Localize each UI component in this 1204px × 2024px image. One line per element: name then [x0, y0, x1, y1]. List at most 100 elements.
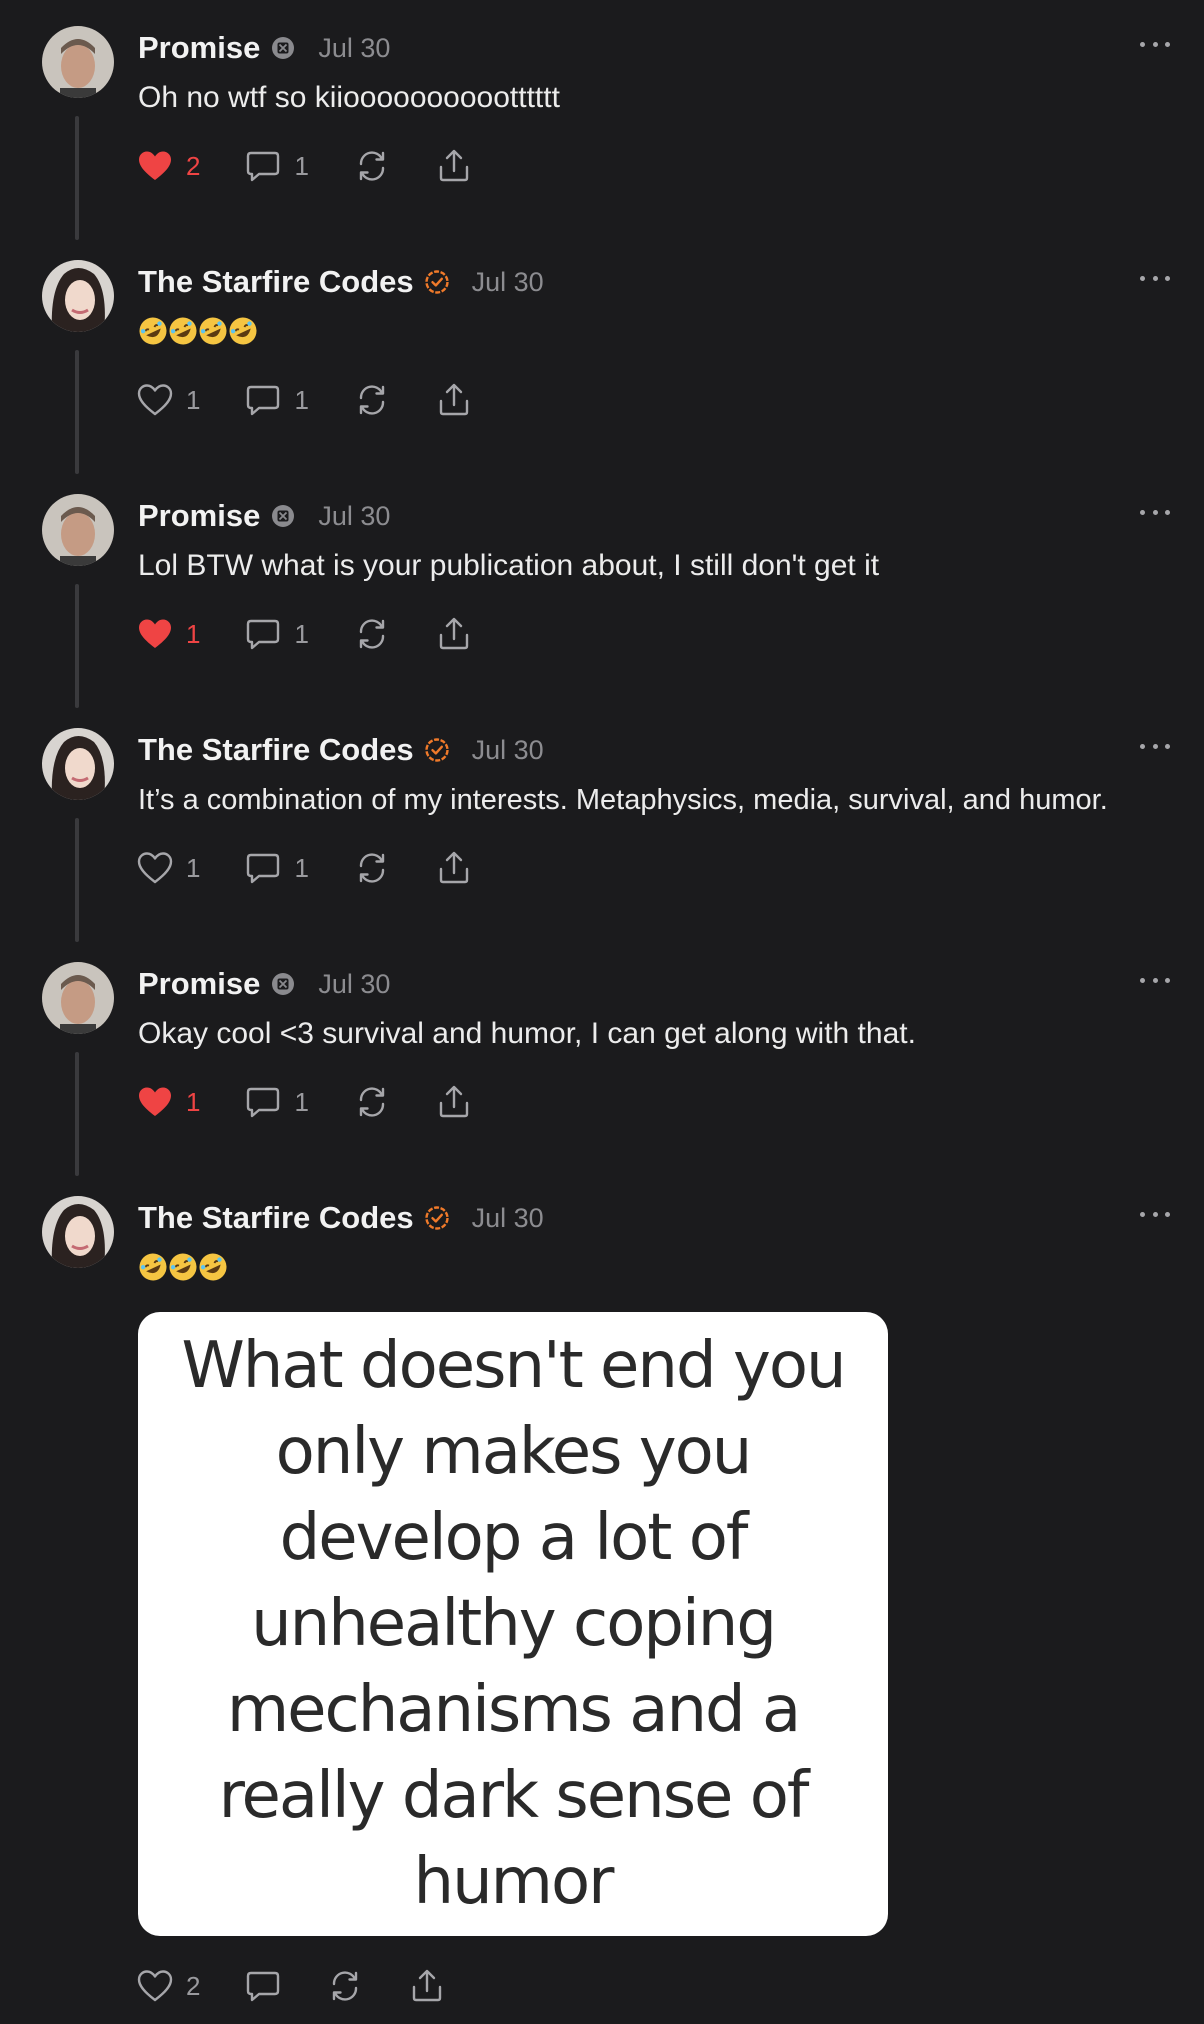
more-options-icon[interactable]	[1140, 736, 1170, 756]
share-button[interactable]	[435, 1083, 473, 1121]
thread-line	[75, 818, 79, 942]
verified-badge-icon	[424, 1205, 450, 1231]
comment-header: The Starfire Codes Jul 30	[138, 730, 544, 770]
comment-icon	[247, 1971, 280, 2002]
restack-icon	[359, 853, 385, 883]
share-button[interactable]	[408, 1967, 446, 2005]
comment-actions: 1 1	[136, 378, 517, 422]
subscriber-badge-icon	[270, 971, 296, 997]
restack-button[interactable]	[353, 849, 391, 887]
avatar[interactable]	[42, 728, 114, 800]
reply-button[interactable]: 1	[244, 381, 309, 419]
restack-button[interactable]	[353, 1083, 391, 1121]
comment-icon	[247, 619, 280, 650]
share-icon	[439, 851, 469, 884]
comment-date[interactable]: Jul 30	[318, 33, 390, 64]
rofl-emoji-icon	[138, 1252, 168, 1282]
author-name[interactable]: The Starfire Codes	[138, 1200, 414, 1236]
more-options-icon[interactable]	[1140, 34, 1170, 54]
more-options-icon[interactable]	[1140, 268, 1170, 288]
comment-date[interactable]: Jul 30	[318, 501, 390, 532]
like-button[interactable]: 1	[136, 615, 200, 653]
like-button[interactable]: 1	[136, 381, 200, 419]
thread-line	[75, 584, 79, 708]
comment-actions: 1 1	[136, 1080, 517, 1124]
comment-date[interactable]: Jul 30	[472, 267, 544, 298]
author-name[interactable]: Promise	[138, 966, 260, 1002]
comment-header: The Starfire Codes Jul 30	[138, 1198, 544, 1238]
rofl-emoji-icon	[228, 316, 258, 346]
heart-outline-icon	[137, 384, 173, 416]
author-name[interactable]: Promise	[138, 498, 260, 534]
restack-icon	[359, 1087, 385, 1117]
subscriber-badge-icon	[270, 503, 296, 529]
reply-count: 1	[294, 618, 309, 649]
like-button[interactable]: 2	[136, 147, 200, 185]
heart-filled-icon	[139, 151, 171, 180]
comment-date[interactable]: Jul 30	[318, 969, 390, 1000]
image-caption-text: What doesn't end you only makes you deve…	[181, 1329, 846, 1919]
attached-image[interactable]: What doesn't end you only makes you deve…	[138, 1312, 888, 1936]
comment-header: Promise Jul 30	[138, 964, 390, 1004]
author-name[interactable]: The Starfire Codes	[138, 264, 414, 300]
emoji-row	[138, 1252, 1184, 1282]
restack-button[interactable]	[353, 615, 391, 653]
reply-count: 1	[294, 852, 309, 883]
avatar[interactable]	[42, 26, 114, 98]
rofl-emoji-icon	[168, 1252, 198, 1282]
like-count: 1	[186, 1086, 201, 1117]
emoji-row	[138, 316, 1184, 346]
comment: Promise Jul 30 Lol BTW what is your publ…	[0, 468, 1204, 708]
avatar[interactable]	[42, 260, 114, 332]
more-options-icon[interactable]	[1140, 1204, 1170, 1224]
author-name[interactable]: Promise	[138, 30, 260, 66]
comment-icon	[247, 1087, 280, 1118]
restack-button[interactable]	[326, 1967, 364, 2005]
like-button[interactable]: 1	[136, 1083, 200, 1121]
restack-button[interactable]	[353, 147, 391, 185]
like-button[interactable]: 1	[136, 849, 200, 887]
rofl-emoji-icon	[198, 1252, 228, 1282]
share-icon	[413, 1969, 442, 2002]
reply-button[interactable]: 1	[244, 615, 309, 653]
reply-button[interactable]: 1	[244, 147, 309, 185]
restack-icon	[359, 151, 385, 181]
comment-text: Oh no wtf so kiiooooooooootttttt	[138, 81, 560, 114]
heart-outline-icon	[137, 852, 173, 884]
heart-filled-icon	[139, 1087, 171, 1116]
more-options-icon[interactable]	[1140, 970, 1170, 990]
restack-button[interactable]	[353, 381, 391, 419]
like-count: 2	[186, 150, 201, 181]
heart-outline-icon	[137, 1970, 173, 2002]
share-icon	[439, 1085, 469, 1118]
like-count: 1	[186, 618, 201, 649]
like-count: 2	[186, 1970, 201, 2001]
comment-date[interactable]: Jul 30	[472, 735, 544, 766]
avatar[interactable]	[42, 1196, 114, 1268]
reply-button[interactable]	[244, 1967, 282, 2005]
rofl-emoji-icon	[198, 316, 228, 346]
share-button[interactable]	[435, 615, 473, 653]
comment: The Starfire Codes Jul 30 It’s a combina…	[0, 702, 1204, 942]
share-button[interactable]	[435, 849, 473, 887]
like-button[interactable]: 2	[136, 1967, 200, 2005]
thread-line	[75, 116, 79, 240]
share-button[interactable]	[435, 147, 473, 185]
comment-header: The Starfire Codes Jul 30	[138, 262, 544, 302]
comment-icon	[247, 853, 280, 884]
author-name[interactable]: The Starfire Codes	[138, 732, 414, 768]
comment-header: Promise Jul 30	[138, 28, 390, 68]
reply-button[interactable]: 1	[244, 849, 309, 887]
thread-line	[75, 350, 79, 474]
reply-button[interactable]: 1	[244, 1083, 309, 1121]
comment-actions: 1 1	[136, 846, 517, 890]
share-button[interactable]	[435, 381, 473, 419]
restack-icon	[359, 619, 385, 649]
comment-date[interactable]: Jul 30	[472, 1203, 544, 1234]
more-options-icon[interactable]	[1140, 502, 1170, 522]
comment-thread: Promise Jul 30 Oh no wtf so kiiooooooooo…	[0, 0, 1204, 2024]
avatar[interactable]	[42, 494, 114, 566]
share-icon	[439, 617, 469, 650]
rofl-emoji-icon	[138, 316, 168, 346]
avatar[interactable]	[42, 962, 114, 1034]
